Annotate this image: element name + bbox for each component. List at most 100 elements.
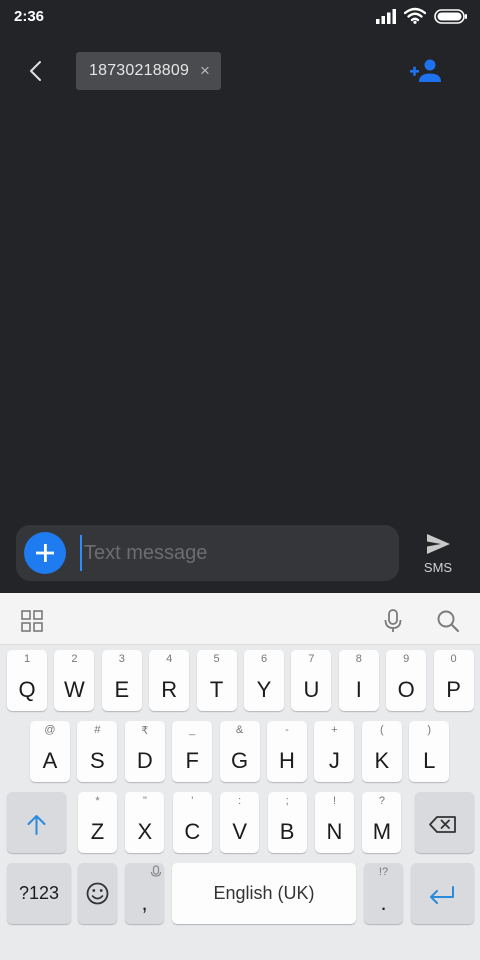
- key-label: P: [446, 677, 461, 702]
- key-hint: !: [332, 795, 337, 807]
- key-label: A: [42, 748, 58, 773]
- letter-key[interactable]: & G: [219, 721, 260, 782]
- key-label: K: [374, 748, 390, 773]
- letter-key[interactable]: ₹ D: [124, 721, 165, 782]
- letter-key[interactable]: 7U: [291, 650, 332, 711]
- key-label: B: [279, 819, 295, 844]
- back-button[interactable]: [20, 55, 52, 87]
- key-label: M: [372, 819, 392, 844]
- key-label: D: [136, 748, 153, 773]
- letter-key[interactable]: @ A: [30, 721, 70, 782]
- key-hint: #: [94, 724, 101, 736]
- close-icon[interactable]: ×: [197, 62, 213, 79]
- letter-key[interactable]: + J: [314, 721, 355, 782]
- key-label: X: [137, 819, 153, 844]
- key-hint: 7: [308, 653, 315, 665]
- key-hint: _: [189, 724, 196, 736]
- key-hint: &: [235, 724, 244, 736]
- key-label: G: [231, 748, 249, 773]
- key-hint: @: [44, 724, 56, 736]
- keyboard-search-button[interactable]: [432, 605, 464, 637]
- key-hint: ": [142, 795, 147, 807]
- send-button[interactable]: SMS: [416, 530, 460, 578]
- status-time: 2:36: [14, 8, 45, 25]
- key-hint: :: [238, 795, 242, 807]
- send-label: SMS: [423, 560, 453, 575]
- letter-key[interactable]: 3E: [101, 650, 142, 711]
- letter-key[interactable]: * Z: [78, 792, 117, 853]
- key-label: Q: [18, 677, 36, 702]
- add-contact-button[interactable]: [406, 54, 446, 88]
- microphone-hint-icon: [150, 865, 162, 877]
- letter-key[interactable]: 8I: [338, 650, 379, 711]
- backspace-icon: [429, 816, 456, 833]
- key-label: L: [423, 748, 436, 773]
- key-label: F: [185, 748, 199, 773]
- key-hint: (: [379, 724, 384, 736]
- letter-key[interactable]: " X: [125, 792, 165, 853]
- space-key-label: English (UK): [213, 883, 315, 903]
- key-label: N: [326, 819, 343, 844]
- plus-icon: [36, 544, 54, 562]
- key-hint: 2: [71, 653, 78, 665]
- key-label: J: [328, 748, 340, 773]
- key-hint: ;: [285, 795, 289, 807]
- voice-input-button[interactable]: [377, 605, 409, 637]
- key-label: W: [64, 677, 85, 702]
- comma-key[interactable]: ,: [125, 863, 164, 924]
- send-icon: [427, 534, 450, 554]
- letter-key[interactable]: (K: [361, 721, 402, 782]
- letter-key[interactable]: 4R: [149, 650, 190, 711]
- shift-key[interactable]: [7, 792, 66, 853]
- space-key[interactable]: English (UK): [172, 863, 356, 924]
- message-input[interactable]: [80, 535, 380, 571]
- letter-key[interactable]: ? M: [362, 792, 402, 853]
- key-label: U: [303, 677, 320, 702]
- backspace-key[interactable]: [415, 792, 474, 853]
- letter-key[interactable]: ; B: [267, 792, 307, 853]
- keyboard-toolbar: [0, 593, 480, 645]
- letter-key[interactable]: 9O: [386, 650, 427, 711]
- key-label: I: [355, 677, 362, 702]
- recipient-chip[interactable]: 18730218809 ×: [76, 52, 221, 90]
- letter-key[interactable]: ) L: [409, 721, 450, 782]
- key-label: S: [90, 748, 105, 773]
- key-hint: 8: [355, 653, 362, 665]
- recipient-number: 18730218809: [89, 62, 190, 79]
- key-label: Z: [90, 819, 105, 844]
- letter-key[interactable]: :V: [220, 792, 260, 853]
- letter-key[interactable]: 2W: [54, 650, 95, 711]
- key-hint: ?: [378, 795, 385, 807]
- key-hint: -: [285, 724, 289, 736]
- status-bar: 2:36: [0, 0, 480, 34]
- letter-key[interactable]: 6Y: [244, 650, 284, 711]
- search-icon: [437, 610, 459, 632]
- key-label: H: [279, 748, 295, 773]
- key-hint: *: [95, 795, 100, 807]
- microphone-icon: [384, 609, 402, 632]
- enter-key[interactable]: [411, 863, 474, 924]
- symbols-key[interactable]: ?123: [7, 863, 71, 924]
- emoji-icon: [86, 882, 109, 905]
- letter-key[interactable]: # S: [77, 721, 118, 782]
- period-key[interactable]: !? .: [364, 863, 403, 924]
- enter-icon: [430, 886, 454, 904]
- letter-key[interactable]: ' C: [172, 792, 212, 853]
- letter-key[interactable]: 5T: [196, 650, 237, 711]
- battery-icon: [434, 9, 467, 24]
- letter-key[interactable]: _ F: [172, 721, 213, 782]
- letter-key[interactable]: ! N: [315, 792, 354, 853]
- letter-key[interactable]: 1Q: [7, 650, 47, 711]
- key-label: C: [184, 819, 201, 844]
- symbols-key-label: ?123: [18, 883, 60, 903]
- emoji-key[interactable]: [78, 863, 117, 924]
- key-hint: 1: [23, 653, 31, 665]
- key-hint: 3: [118, 653, 125, 665]
- attach-button[interactable]: [24, 532, 66, 574]
- key-hint: ₹: [141, 725, 149, 737]
- signal-icon: [376, 9, 396, 24]
- letter-key[interactable]: -H: [267, 721, 307, 782]
- letter-key[interactable]: 0P: [433, 650, 474, 711]
- grid-icon: [21, 610, 43, 632]
- keyboard-menu-button[interactable]: [16, 605, 48, 637]
